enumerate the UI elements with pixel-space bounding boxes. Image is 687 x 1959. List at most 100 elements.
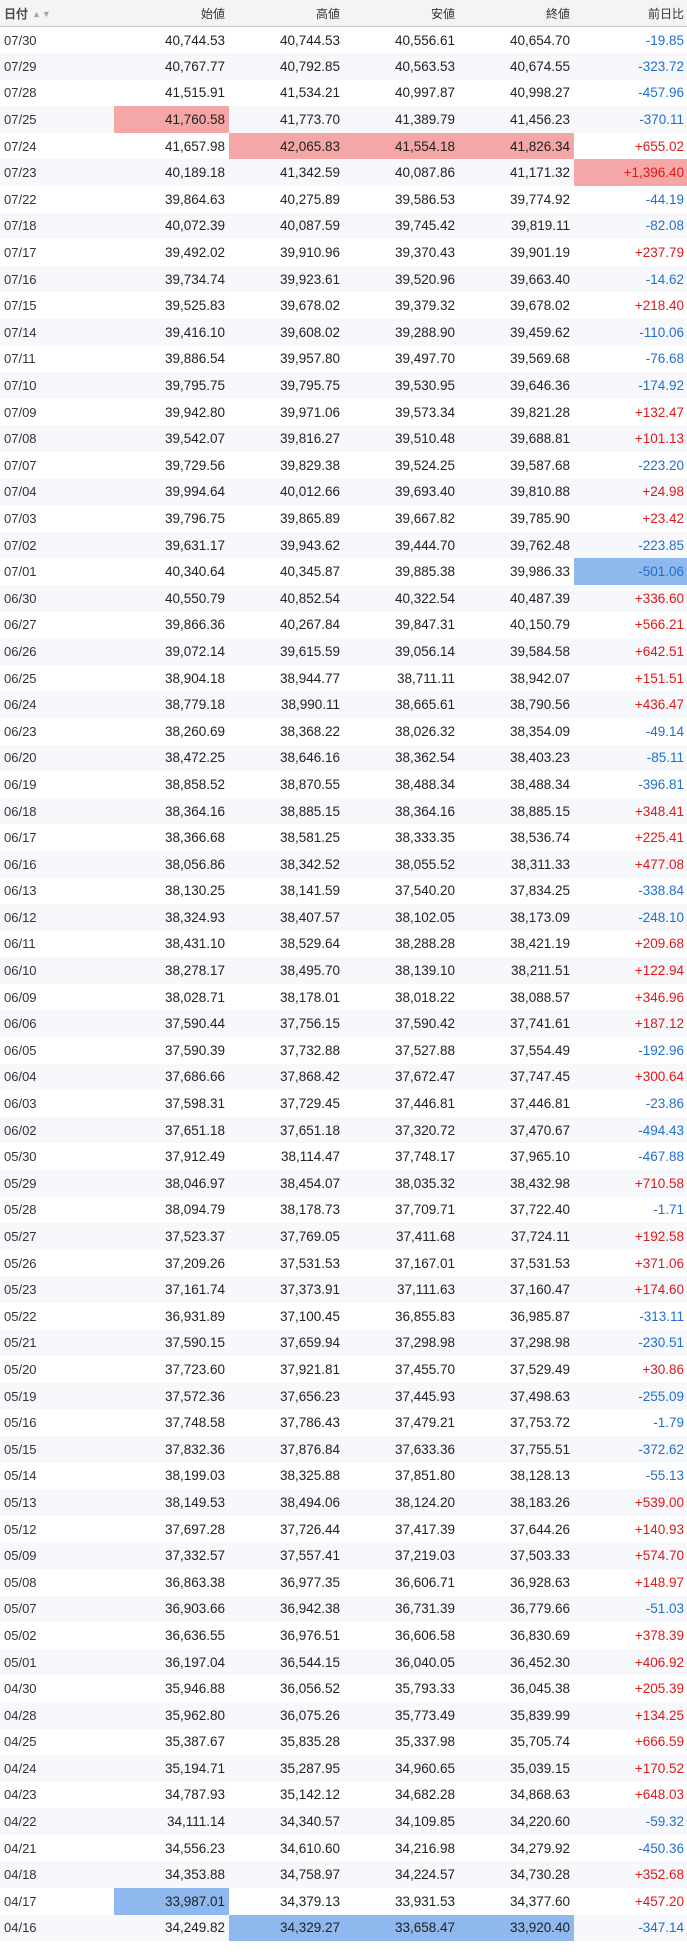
low-cell: 36,606.58 [344,1622,459,1649]
date-cell: 04/24 [0,1755,114,1782]
column-header-low[interactable]: 安値 [344,0,459,27]
column-header-high[interactable]: 高値 [229,0,344,27]
low-cell: 39,444.70 [344,531,459,559]
low-cell: 35,337.98 [344,1728,459,1756]
open-cell: 35,962.80 [114,1701,229,1729]
table-row: 05/15 37,832.36 37,876.84 37,633.36 37,755.5… [0,1435,687,1463]
date-cell: 05/23 [0,1276,114,1303]
table-row: 07/24 41,657.98 42,065.83 41,554.18 41,826.3… [0,132,687,160]
close-cell: 37,503.33 [459,1542,574,1569]
close-cell: 39,678.02 [459,292,574,320]
date-cell: 06/30 [0,584,114,612]
sort-arrows-icon[interactable]: ▲▼ [32,9,52,19]
date-cell: 04/22 [0,1808,114,1835]
change-cell: +237.79 [574,239,687,266]
change-cell: -372.62 [574,1435,687,1463]
low-cell: 34,682.28 [344,1781,459,1809]
table-row: 06/04 37,686.66 37,868.42 37,672.47 37,747.4… [0,1063,687,1091]
open-cell: 37,523.37 [114,1223,229,1250]
close-cell: 37,722.40 [459,1196,574,1224]
open-cell: 38,028.71 [114,983,229,1011]
table-row: 05/14 38,199.03 38,325.88 37,851.80 38,128.1… [0,1462,687,1490]
close-cell: 40,998.27 [459,79,574,107]
change-cell: +122.94 [574,957,687,984]
date-cell: 05/27 [0,1223,114,1250]
date-cell: 05/26 [0,1249,114,1277]
open-cell: 39,796.75 [114,505,229,532]
low-cell: 33,658.47 [344,1914,459,1942]
high-cell: 39,865.89 [229,505,344,532]
close-cell: 38,403.23 [459,744,574,772]
table-row: 07/17 39,492.02 39,910.96 39,370.43 39,901.1… [0,239,687,266]
close-cell: 38,128.13 [459,1462,574,1490]
table-row: 07/28 41,515.91 41,534.21 40,997.87 40,998.2… [0,79,687,107]
table-row: 07/09 39,942.80 39,971.06 39,573.34 39,821.2… [0,398,687,426]
low-cell: 39,745.42 [344,212,459,240]
close-cell: 38,354.09 [459,717,574,745]
open-cell: 39,942.80 [114,398,229,426]
open-cell: 37,723.60 [114,1356,229,1383]
open-cell: 37,748.58 [114,1409,229,1436]
change-cell: +539.00 [574,1489,687,1516]
date-cell: 07/14 [0,319,114,346]
open-cell: 38,278.17 [114,957,229,984]
change-cell: -14.62 [574,265,687,293]
date-cell: 05/28 [0,1196,114,1224]
open-cell: 40,744.53 [114,26,229,54]
column-header-change[interactable]: 前日比 [574,0,687,27]
change-cell: +346.96 [574,983,687,1011]
table-row: 07/29 40,767.77 40,792.85 40,563.53 40,674.5… [0,53,687,80]
date-cell: 07/30 [0,26,114,54]
date-cell: 04/28 [0,1701,114,1729]
column-header-date[interactable]: 日付 ▲▼ [0,0,114,27]
high-cell: 39,795.75 [229,372,344,399]
table-row: 05/16 37,748.58 37,786.43 37,479.21 37,753.7… [0,1409,687,1436]
column-header-open[interactable]: 始値 [114,0,229,27]
open-cell: 37,332.57 [114,1542,229,1569]
change-cell: -223.85 [574,531,687,559]
column-header-close[interactable]: 終値 [459,0,574,27]
table-row: 05/19 37,572.36 37,656.23 37,445.93 37,498.6… [0,1382,687,1410]
change-cell: -85.11 [574,744,687,772]
table-row: 05/26 37,209.26 37,531.53 37,167.01 37,531.5… [0,1249,687,1277]
date-cell: 06/24 [0,691,114,718]
high-cell: 35,835.28 [229,1728,344,1756]
change-cell: +642.51 [574,638,687,665]
date-cell: 07/17 [0,239,114,266]
date-cell: 07/25 [0,106,114,133]
high-cell: 39,829.38 [229,452,344,479]
low-cell: 39,530.95 [344,372,459,399]
change-cell: +378.39 [574,1622,687,1649]
low-cell: 38,665.61 [344,691,459,718]
date-cell: 06/27 [0,611,114,639]
open-cell: 36,863.38 [114,1568,229,1596]
close-cell: 34,220.60 [459,1808,574,1835]
high-cell: 38,885.15 [229,797,344,825]
table-row: 05/29 38,046.97 38,454.07 38,035.32 38,432.9… [0,1170,687,1197]
close-cell: 37,554.49 [459,1037,574,1064]
close-cell: 40,487.39 [459,584,574,612]
high-cell: 37,100.45 [229,1303,344,1330]
high-cell: 38,870.55 [229,771,344,798]
low-cell: 39,497.70 [344,345,459,373]
change-cell: -110.06 [574,319,687,346]
change-cell: +151.51 [574,664,687,692]
high-cell: 37,786.43 [229,1409,344,1436]
close-cell: 37,298.98 [459,1329,574,1357]
open-cell: 36,636.55 [114,1622,229,1649]
date-cell: 07/24 [0,132,114,160]
change-cell: -59.32 [574,1808,687,1835]
close-cell: 37,470.67 [459,1116,574,1144]
table-row: 06/17 38,366.68 38,581.25 38,333.35 38,536.7… [0,824,687,851]
high-cell: 36,942.38 [229,1595,344,1623]
open-cell: 35,387.67 [114,1728,229,1756]
open-cell: 41,657.98 [114,132,229,160]
table-row: 07/18 40,072.39 40,087.59 39,745.42 39,819.1… [0,212,687,240]
date-cell: 06/19 [0,771,114,798]
table-row: 06/23 38,260.69 38,368.22 38,026.32 38,354.0… [0,717,687,745]
low-cell: 37,417.39 [344,1515,459,1543]
date-cell: 06/13 [0,877,114,905]
open-cell: 38,324.93 [114,904,229,931]
open-cell: 38,046.97 [114,1170,229,1197]
table-row: 07/14 39,416.10 39,608.02 39,288.90 39,459.6… [0,319,687,346]
